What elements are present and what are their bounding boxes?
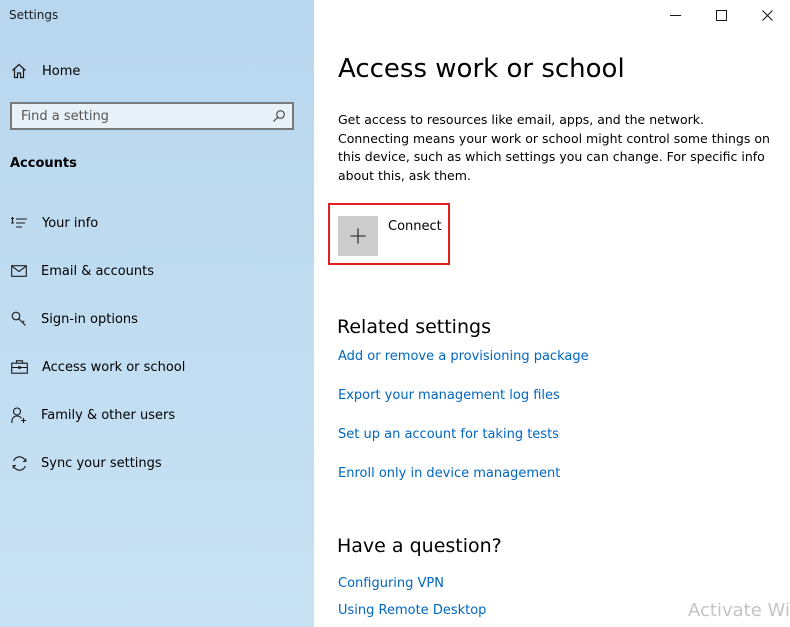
sidebar-item-sign-in-options[interactable]: Sign-in options xyxy=(8,307,138,331)
sidebar-item-label: Your info xyxy=(42,215,99,231)
sync-icon xyxy=(8,452,30,474)
connect-button[interactable]: Connect xyxy=(338,216,442,258)
link-export-log-files[interactable]: Export your management log files xyxy=(338,388,560,403)
sidebar-item-family-other-users[interactable]: Family & other users xyxy=(8,403,175,427)
link-provisioning-package[interactable]: Add or remove a provisioning package xyxy=(338,349,589,364)
activation-watermark: Activate Wi xyxy=(688,600,790,621)
link-setup-test-account[interactable]: Set up an account for taking tests xyxy=(338,427,559,442)
search-input[interactable] xyxy=(12,103,266,129)
search-icon[interactable] xyxy=(266,104,292,128)
key-icon xyxy=(8,308,30,330)
close-button[interactable] xyxy=(744,0,790,30)
minimize-button[interactable] xyxy=(652,0,698,30)
page-title: Access work or school xyxy=(338,54,625,84)
briefcase-icon xyxy=(8,356,30,378)
sidebar-item-email-accounts[interactable]: Email & accounts xyxy=(8,259,154,283)
window-controls xyxy=(652,0,790,30)
plus-icon xyxy=(338,216,378,256)
person-add-icon xyxy=(8,404,30,426)
question-heading: Have a question? xyxy=(337,535,502,557)
sidebar-item-access-work-school[interactable]: Access work or school xyxy=(8,355,185,379)
sidebar-item-home[interactable]: Home xyxy=(8,60,80,82)
home-icon xyxy=(8,60,30,82)
sidebar-item-your-info[interactable]: Your info xyxy=(8,211,98,235)
sidebar-item-label: Email & accounts xyxy=(41,263,155,279)
section-title: Accounts xyxy=(10,156,77,171)
connect-label: Connect xyxy=(388,219,442,234)
link-enroll-device-management[interactable]: Enroll only in device management xyxy=(338,466,560,481)
link-configuring-vpn[interactable]: Configuring VPN xyxy=(338,576,444,591)
person-card-icon xyxy=(8,212,30,234)
maximize-button[interactable] xyxy=(698,0,744,30)
app-title: Settings xyxy=(9,8,59,22)
page-description: Get access to resources like email, apps… xyxy=(338,112,770,183)
sidebar-item-label: Sync your settings xyxy=(41,455,162,471)
minimize-icon xyxy=(669,14,681,16)
search-box xyxy=(10,102,294,130)
maximize-icon xyxy=(715,9,727,21)
sidebar-item-label: Home xyxy=(42,63,81,79)
sidebar: Settings Home Accounts Your info Email &… xyxy=(0,0,314,627)
link-remote-desktop[interactable]: Using Remote Desktop xyxy=(338,603,486,618)
sidebar-item-label: Sign-in options xyxy=(41,311,138,327)
close-icon xyxy=(761,9,773,21)
related-settings-heading: Related settings xyxy=(337,316,491,338)
sidebar-item-label: Access work or school xyxy=(42,359,186,375)
envelope-icon xyxy=(8,260,30,282)
sidebar-item-label: Family & other users xyxy=(41,407,176,423)
sidebar-item-sync-settings[interactable]: Sync your settings xyxy=(8,451,162,475)
